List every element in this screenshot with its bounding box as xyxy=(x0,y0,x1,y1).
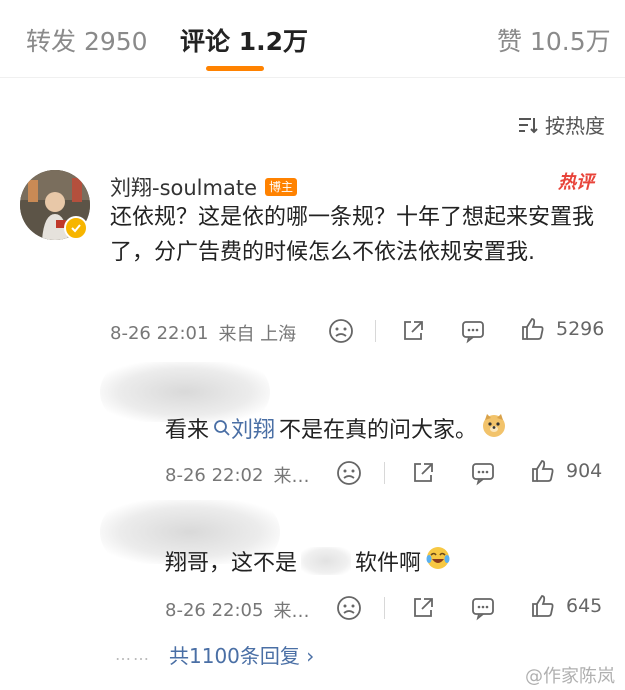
tab-likes[interactable]: 赞 10.5万 xyxy=(497,22,611,58)
divider xyxy=(384,462,385,484)
comment-location: 来自 上海 xyxy=(218,324,297,345)
sad-reaction-button[interactable] xyxy=(328,318,354,344)
like-button[interactable]: 904 xyxy=(530,458,602,484)
reply-time: 8-26 22:02 xyxy=(165,464,264,486)
comment-username[interactable]: 刘翔-soulmate xyxy=(110,172,257,202)
laugh-cry-emoji-icon xyxy=(425,545,451,577)
thumbs-up-icon xyxy=(532,595,554,617)
reply-button[interactable] xyxy=(460,318,486,344)
divider xyxy=(375,320,376,342)
like-button[interactable]: 645 xyxy=(530,593,602,619)
active-tab-indicator xyxy=(206,66,264,71)
watermark: @作家陈岚 xyxy=(525,666,615,687)
comment-text: 还依规？这是依的哪一条规？十年了想起来安置我了，分广告费的时候怎么不依法依规安置… xyxy=(110,205,595,265)
reply-text-after: 不是在真的问大家。 xyxy=(279,418,478,443)
like-count: 5296 xyxy=(556,318,605,340)
reply-text: 翔哥，这不是 软件啊 xyxy=(165,545,451,577)
thumbs-up-icon xyxy=(532,460,554,482)
reply-button[interactable] xyxy=(470,460,496,486)
reply-text-before: 翔哥，这不是 xyxy=(165,551,298,576)
share-icon xyxy=(414,463,433,482)
reply-meta: 8-26 22:02 来… xyxy=(165,462,309,488)
like-count: 904 xyxy=(566,460,603,482)
comment-icon xyxy=(462,321,484,344)
tab-repost[interactable]: 转发 2950 xyxy=(26,22,148,58)
share-button[interactable] xyxy=(410,460,436,486)
comment-author-row: 刘翔-soulmate 博主 xyxy=(110,172,298,202)
reply-button[interactable] xyxy=(470,595,496,621)
share-button[interactable] xyxy=(410,595,436,621)
doge-emoji-icon xyxy=(481,412,507,444)
sad-face-icon xyxy=(337,596,361,620)
mention-name: 刘翔 xyxy=(231,418,276,443)
reply-text: 看来 刘翔 不是在真的问大家。 xyxy=(165,412,507,444)
search-icon xyxy=(214,420,230,436)
share-icon xyxy=(414,598,433,617)
sad-face-icon xyxy=(337,461,361,485)
reply-text-after: 软件啊 xyxy=(355,551,422,576)
dots-separator: …… xyxy=(115,645,151,664)
like-button[interactable]: 5296 xyxy=(520,316,604,342)
blurred-word xyxy=(301,547,352,575)
share-button[interactable] xyxy=(400,318,426,344)
sad-face-icon xyxy=(329,319,353,343)
sort-by-heat-button[interactable]: 按热度 xyxy=(517,110,605,139)
divider xyxy=(384,597,385,619)
more-replies-label: 共1100条回复 › xyxy=(169,644,315,668)
comment-time: 8-26 22:01 xyxy=(110,322,209,344)
comment-tabs: 转发 2950 评论 1.2万 赞 10.5万 xyxy=(0,0,625,78)
reply-text-before: 看来 xyxy=(165,418,210,443)
sort-label: 按热度 xyxy=(545,114,605,138)
sad-reaction-button[interactable] xyxy=(336,595,362,621)
reply-location: 来… xyxy=(273,466,310,487)
share-icon xyxy=(404,321,423,340)
reply-meta: 8-26 22:05 来… xyxy=(165,597,309,623)
sort-icon xyxy=(519,117,538,133)
tab-comments[interactable]: 评论 1.2万 xyxy=(180,22,308,58)
comment-icon xyxy=(472,598,494,621)
blogger-badge: 博主 xyxy=(265,178,298,196)
view-more-replies-link[interactable]: …… 共1100条回复 › xyxy=(115,640,314,669)
thumbs-up-icon xyxy=(522,318,544,340)
user-mention-link[interactable]: 刘翔 xyxy=(213,412,275,444)
like-count: 645 xyxy=(566,595,603,617)
comment-icon xyxy=(472,463,494,486)
reply-location: 来… xyxy=(273,601,310,622)
comment-meta: 8-26 22:01 来自 上海 xyxy=(110,320,296,346)
reply-time: 8-26 22:05 xyxy=(165,599,264,621)
verified-badge-icon xyxy=(64,216,88,240)
sad-reaction-button[interactable] xyxy=(336,460,362,486)
hot-comment-tag: 热评 xyxy=(558,172,594,193)
